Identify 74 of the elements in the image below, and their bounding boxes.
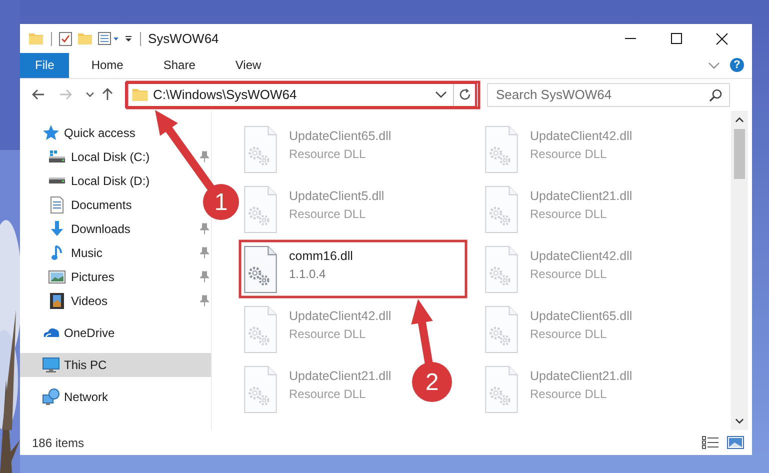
ribbon-tab[interactable]: Share <box>145 53 214 78</box>
folder-icon[interactable] <box>29 32 43 44</box>
help-button[interactable]: ? <box>730 58 744 72</box>
file-detail: Resource DLL <box>530 206 608 221</box>
minimize-icon <box>624 38 636 39</box>
file-detail: Resource DLL <box>530 146 608 161</box>
nav-item[interactable]: This PC <box>20 352 211 377</box>
drive-icon <box>48 150 66 164</box>
computer-icon <box>42 356 60 373</box>
file-detail: Resource DLL <box>289 326 367 341</box>
address-field[interactable]: C:\Windows\SysWOW64 <box>125 82 477 108</box>
nav-item[interactable]: OneDrive <box>20 320 119 345</box>
file-detail: Resource DLL <box>530 266 608 281</box>
file-name[interactable]: comm16.dll <box>289 248 353 263</box>
scroll-down-icon[interactable] <box>735 418 744 424</box>
expand-ribbon-icon[interactable] <box>708 62 720 69</box>
pin-icon[interactable] <box>200 246 209 259</box>
file-detail: Resource DLL <box>530 326 608 341</box>
search-icon[interactable] <box>709 88 722 102</box>
cloud-icon <box>42 327 60 338</box>
folder-icon <box>132 88 148 101</box>
network-icon <box>42 388 60 406</box>
refresh-icon <box>458 88 471 102</box>
pin-icon[interactable] <box>200 270 209 283</box>
scrollbar[interactable] <box>731 110 748 430</box>
nav-item[interactable]: Documents <box>20 192 136 217</box>
address-path: C:\Windows\SysWOW64 <box>153 87 297 102</box>
file-detail: Resource DLL <box>289 206 367 221</box>
nav-item[interactable]: Pictures <box>20 264 118 289</box>
pin-icon[interactable] <box>200 150 209 163</box>
ribbon-tab[interactable]: View <box>217 53 280 78</box>
nav-item[interactable]: Music <box>20 240 106 265</box>
item-count: 186 items <box>32 436 84 450</box>
file-detail: Resource DLL <box>289 146 367 161</box>
dropdown-icon[interactable] <box>435 91 447 98</box>
nav-item[interactable]: Downloads <box>20 216 134 241</box>
large-icons-view-icon[interactable] <box>727 436 744 450</box>
up-arrow-icon[interactable] <box>102 88 113 102</box>
pin-icon[interactable] <box>200 222 209 235</box>
document-icon <box>50 196 64 214</box>
recent-locations-icon[interactable] <box>86 92 94 98</box>
step-number-badge: 1 <box>203 184 239 220</box>
maximize-icon <box>670 33 682 44</box>
download-arrow-icon <box>50 220 64 238</box>
step-number-badge: 2 <box>412 362 452 402</box>
details-view-icon[interactable] <box>702 436 719 450</box>
pointer-arrow <box>411 299 433 365</box>
scroll-up-icon[interactable] <box>735 116 744 123</box>
nav-item[interactable]: Quick access <box>20 120 140 145</box>
star-icon <box>42 124 60 142</box>
checklist-icon[interactable] <box>59 32 72 46</box>
music-note-icon <box>51 244 63 262</box>
nav-item[interactable]: Network <box>20 384 112 409</box>
nav-item[interactable]: Local Disk (D:) <box>20 168 154 193</box>
customize-dropdown-icon[interactable] <box>125 36 132 42</box>
back-arrow-icon[interactable] <box>32 89 45 100</box>
film-icon <box>49 292 65 310</box>
close-icon <box>716 32 728 44</box>
nav-item[interactable]: Videos <box>20 288 112 313</box>
new-folder-icon[interactable] <box>78 32 92 44</box>
pin-icon[interactable] <box>200 294 209 307</box>
settings-file-icon[interactable] <box>244 246 277 293</box>
nav-item[interactable]: Local Disk (C:) <box>20 144 154 169</box>
search-field[interactable]: Search SysWOW64 <box>487 82 730 107</box>
file-detail: 1.1.0.4 <box>289 266 327 281</box>
ribbon-tab[interactable]: File <box>20 53 70 78</box>
ribbon-tab[interactable]: Home <box>73 53 142 78</box>
scroll-thumb[interactable] <box>734 128 745 179</box>
window-title: SysWOW64 <box>148 31 219 46</box>
file-detail: Resource DLL <box>530 386 608 401</box>
picture-icon <box>48 270 66 284</box>
properties-icon[interactable] <box>98 32 119 45</box>
drive-icon <box>48 177 66 184</box>
file-detail: Resource DLL <box>289 386 367 401</box>
